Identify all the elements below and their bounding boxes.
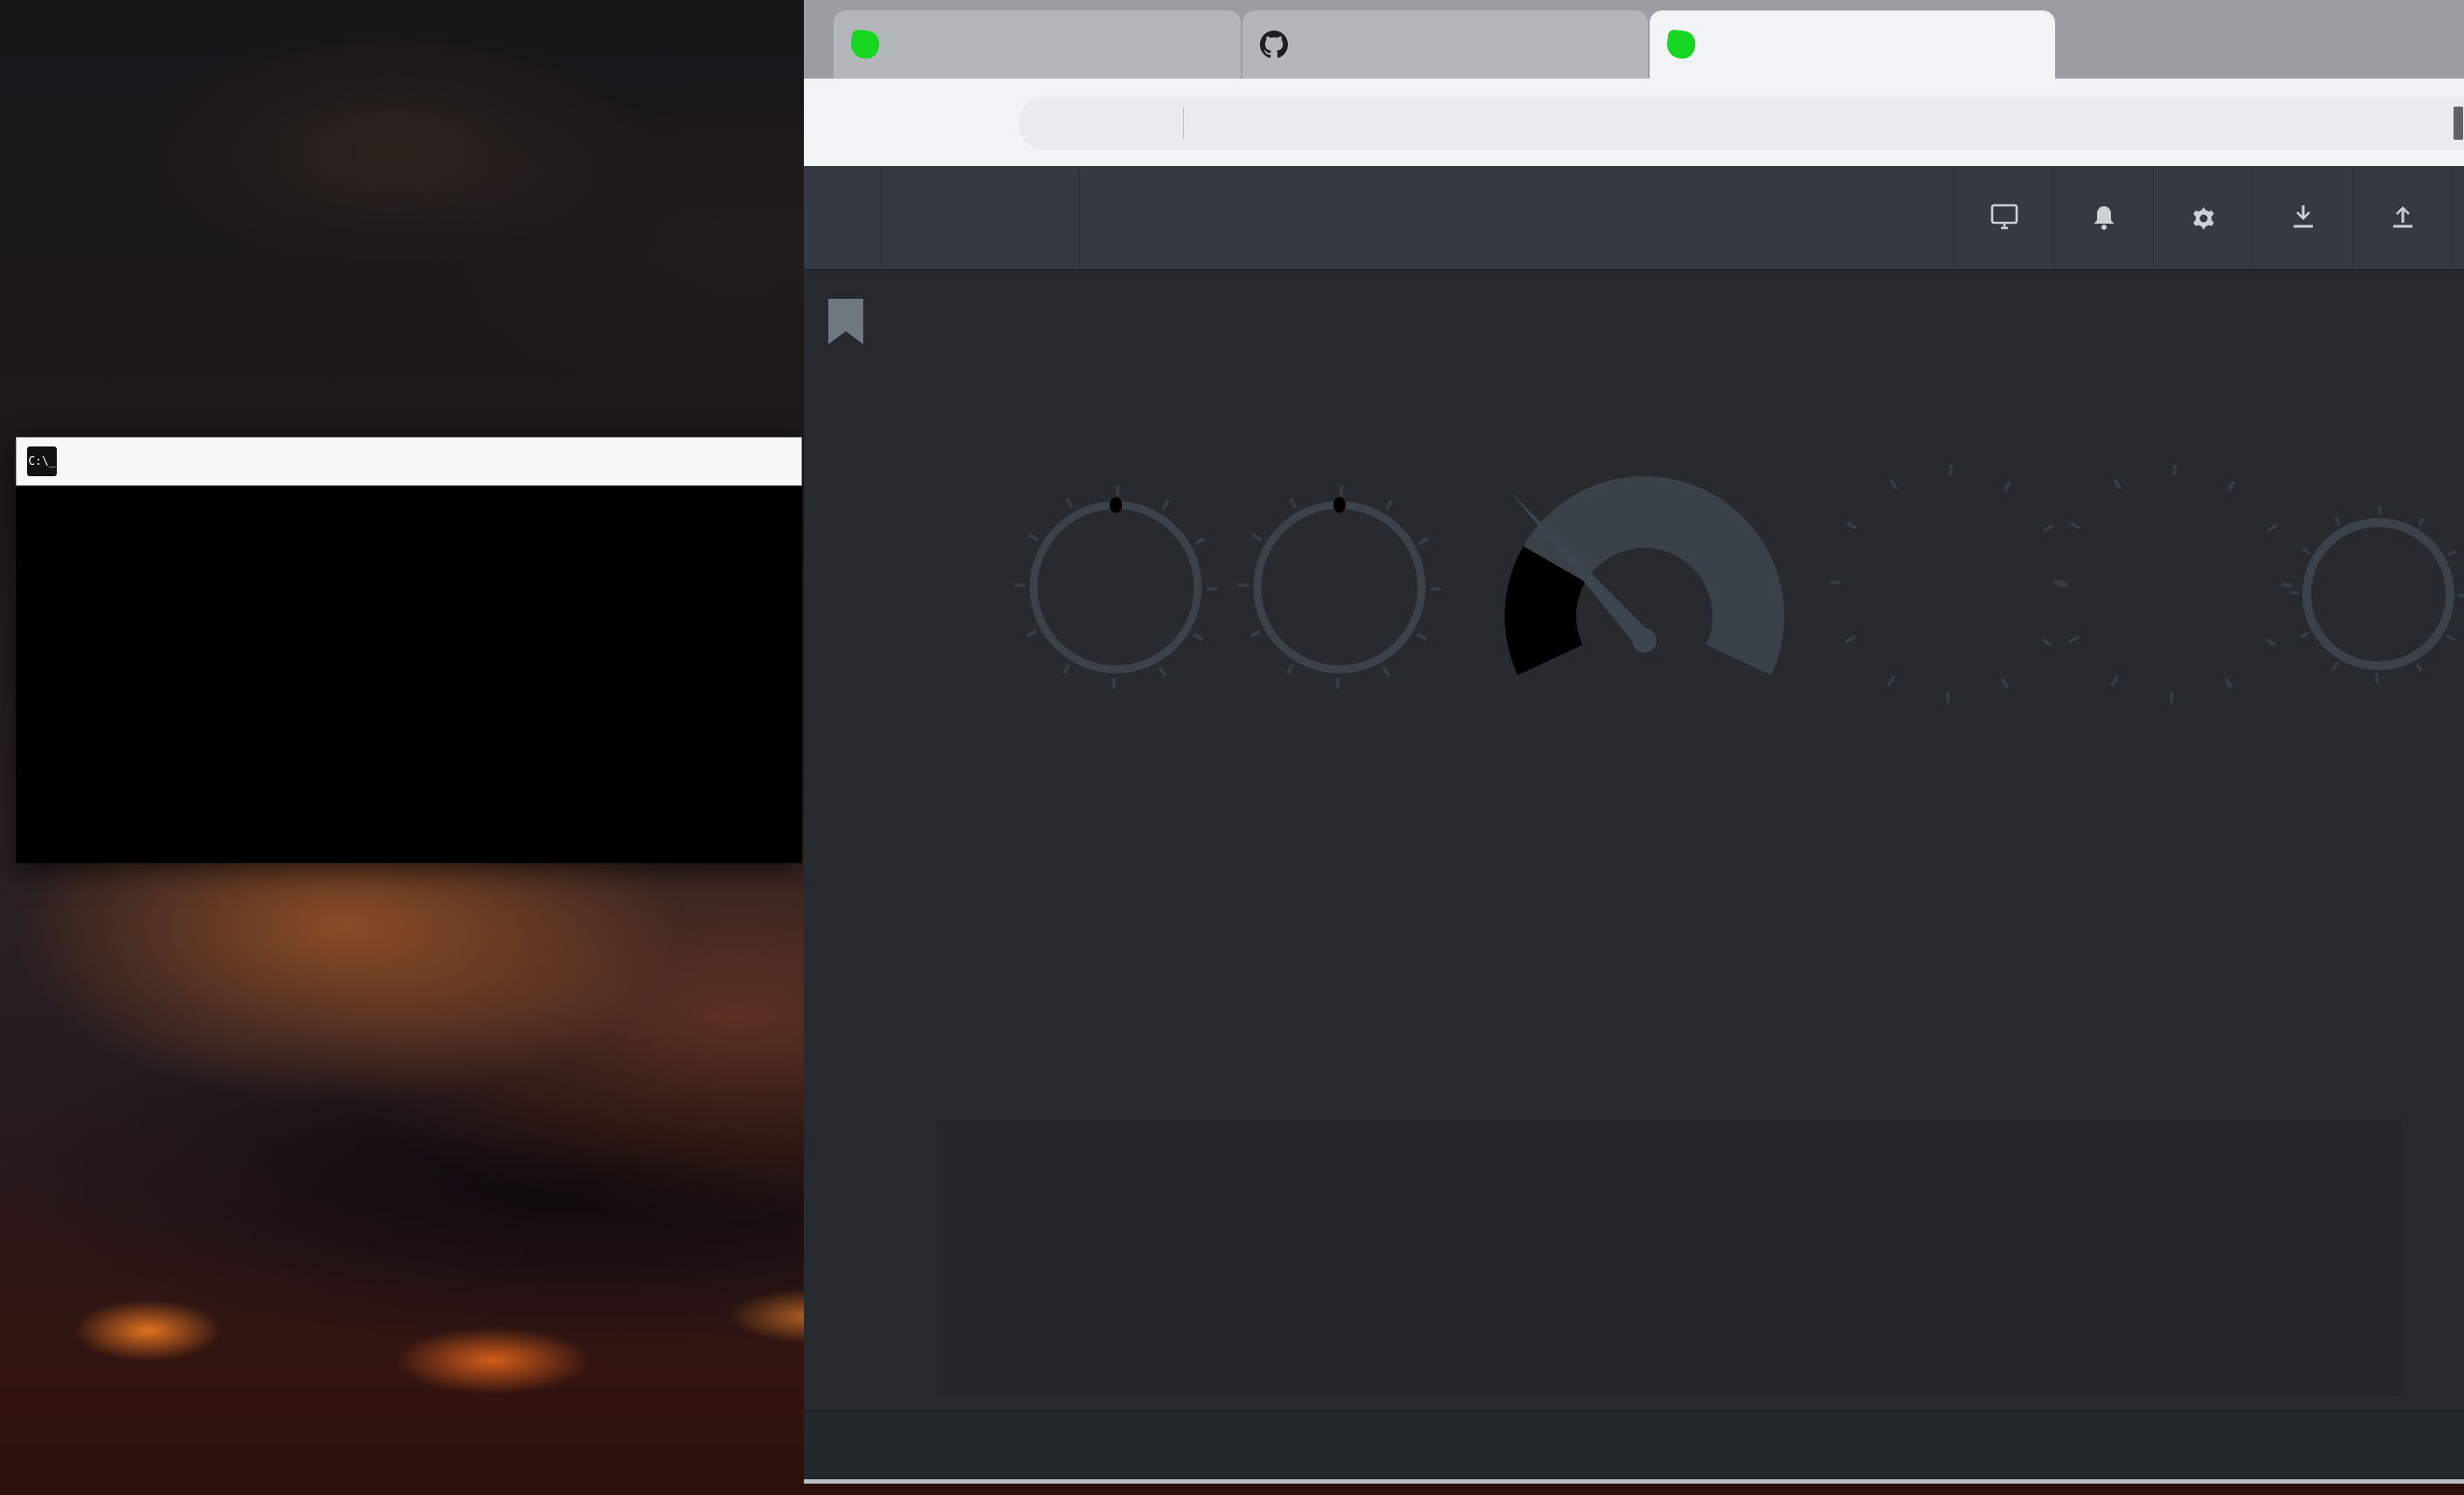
desktop-screen: C:\_ bbox=[0, 0, 2464, 1495]
print-monitor-button[interactable] bbox=[1954, 166, 2054, 269]
net-inbound-gauge[interactable] bbox=[1827, 461, 2072, 706]
cpu-utilization-chart[interactable] bbox=[937, 1120, 2403, 1396]
netdata-navbar bbox=[804, 166, 2464, 271]
disk-write-gauge[interactable] bbox=[1235, 482, 1444, 692]
export-button[interactable] bbox=[2352, 166, 2454, 269]
signin-bar bbox=[804, 1410, 2464, 1479]
address-bar[interactable] bbox=[1019, 96, 2464, 150]
hostname-dropdown[interactable] bbox=[881, 166, 1080, 269]
bell-icon bbox=[2087, 201, 2121, 234]
cut-off-icon bbox=[2454, 107, 2463, 140]
tab-netdata-1[interactable] bbox=[834, 10, 1241, 79]
used-ram-gauge[interactable] bbox=[2287, 502, 2464, 686]
github-favicon bbox=[1260, 31, 1288, 59]
cmd-prompt-icon: C:\_ bbox=[27, 446, 57, 476]
gear-icon bbox=[2187, 201, 2220, 234]
terminal-titlebar[interactable]: C:\_ bbox=[16, 437, 802, 486]
new-tab-button[interactable] bbox=[2254, 19, 2303, 68]
netdata-favicon bbox=[849, 29, 880, 59]
monitor-icon bbox=[1987, 201, 2022, 234]
settings-button[interactable] bbox=[2153, 166, 2253, 269]
netdata-favicon bbox=[1665, 29, 1696, 59]
tab-netdata-active[interactable] bbox=[1650, 10, 2055, 79]
divider bbox=[1183, 107, 1184, 139]
alarms-button[interactable] bbox=[2053, 166, 2154, 269]
tab-github[interactable] bbox=[1242, 10, 1648, 79]
tab-strip bbox=[804, 0, 2464, 79]
bookmark-icon bbox=[828, 299, 863, 344]
back-button[interactable] bbox=[823, 98, 872, 147]
y-axis-ticks bbox=[844, 1120, 928, 1396]
download-icon bbox=[2287, 201, 2320, 234]
disk-read-gauge[interactable] bbox=[1011, 482, 1221, 692]
window-edge bbox=[804, 1479, 2464, 1484]
browser-window bbox=[804, 0, 2464, 1484]
browser-toolbar bbox=[804, 79, 2464, 166]
forward-button[interactable] bbox=[886, 98, 935, 147]
refresh-button[interactable] bbox=[949, 98, 998, 147]
terminal-output bbox=[16, 486, 802, 863]
cpu-gauge[interactable] bbox=[1478, 441, 1810, 703]
terminal-window: C:\_ bbox=[16, 437, 802, 863]
import-button[interactable] bbox=[2253, 166, 2353, 269]
upload-icon bbox=[2386, 201, 2419, 234]
net-outbound-gauge[interactable] bbox=[2051, 461, 2295, 706]
